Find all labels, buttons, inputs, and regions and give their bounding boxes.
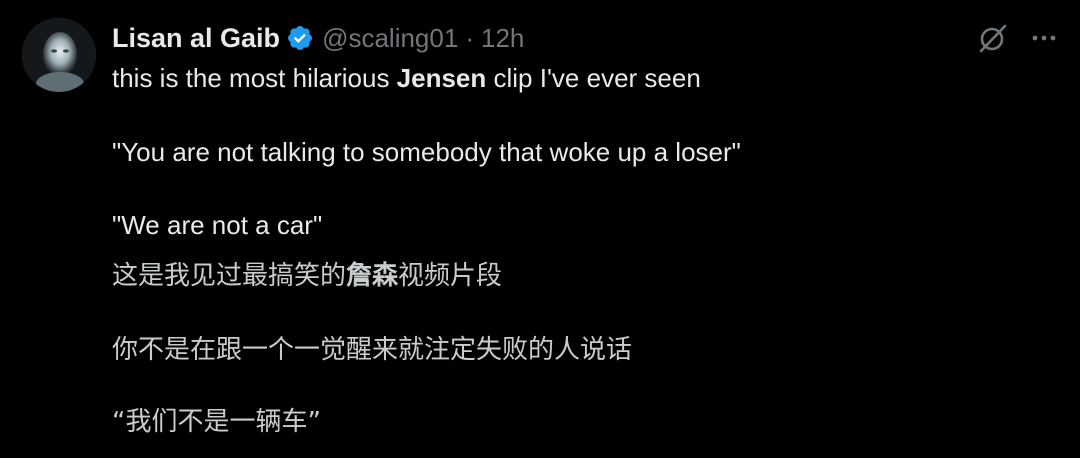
translation-quote-1: 你不是在跟一个一觉醒来就注定失败的人说话 [112, 335, 633, 365]
separator-dot: · [465, 22, 474, 53]
translation-part: 这是我见过最搞笑的 [112, 261, 347, 291]
translation-quote-2: “我们不是一辆车” [112, 407, 321, 437]
more-horizontal-icon[interactable] [1028, 22, 1060, 54]
tweet-text-part: clip I've ever seen [486, 63, 701, 93]
tweet-header: Lisan al Gaib @scaling01 · 12h [112, 18, 524, 58]
tweet-card: Lisan al Gaib @scaling01 · 12h this is t… [0, 0, 1080, 458]
verified-badge-icon [286, 24, 314, 52]
tweet-quote-1: "You are not talking to somebody that wo… [112, 137, 741, 167]
translation-line-1: 这是我见过最搞笑的詹森视频片段 [112, 258, 1052, 294]
translation-part: 视频片段 [398, 261, 503, 291]
display-name[interactable]: Lisan al Gaib [112, 23, 280, 54]
author-handle[interactable]: @scaling01 [322, 23, 458, 54]
mention-jensen: Jensen [396, 63, 487, 93]
avatar[interactable] [22, 18, 96, 92]
tweet-text-part: this is the most hilarious [112, 63, 397, 93]
translation-bold: 詹森 [346, 261, 399, 291]
tweet-quote-2: "We are not a car" [112, 210, 323, 240]
timestamp[interactable]: 12h [481, 23, 524, 54]
grok-slash-icon[interactable] [977, 22, 1009, 54]
tweet-text-line-1: this is the most hilarious Jensen clip I… [112, 60, 1052, 96]
